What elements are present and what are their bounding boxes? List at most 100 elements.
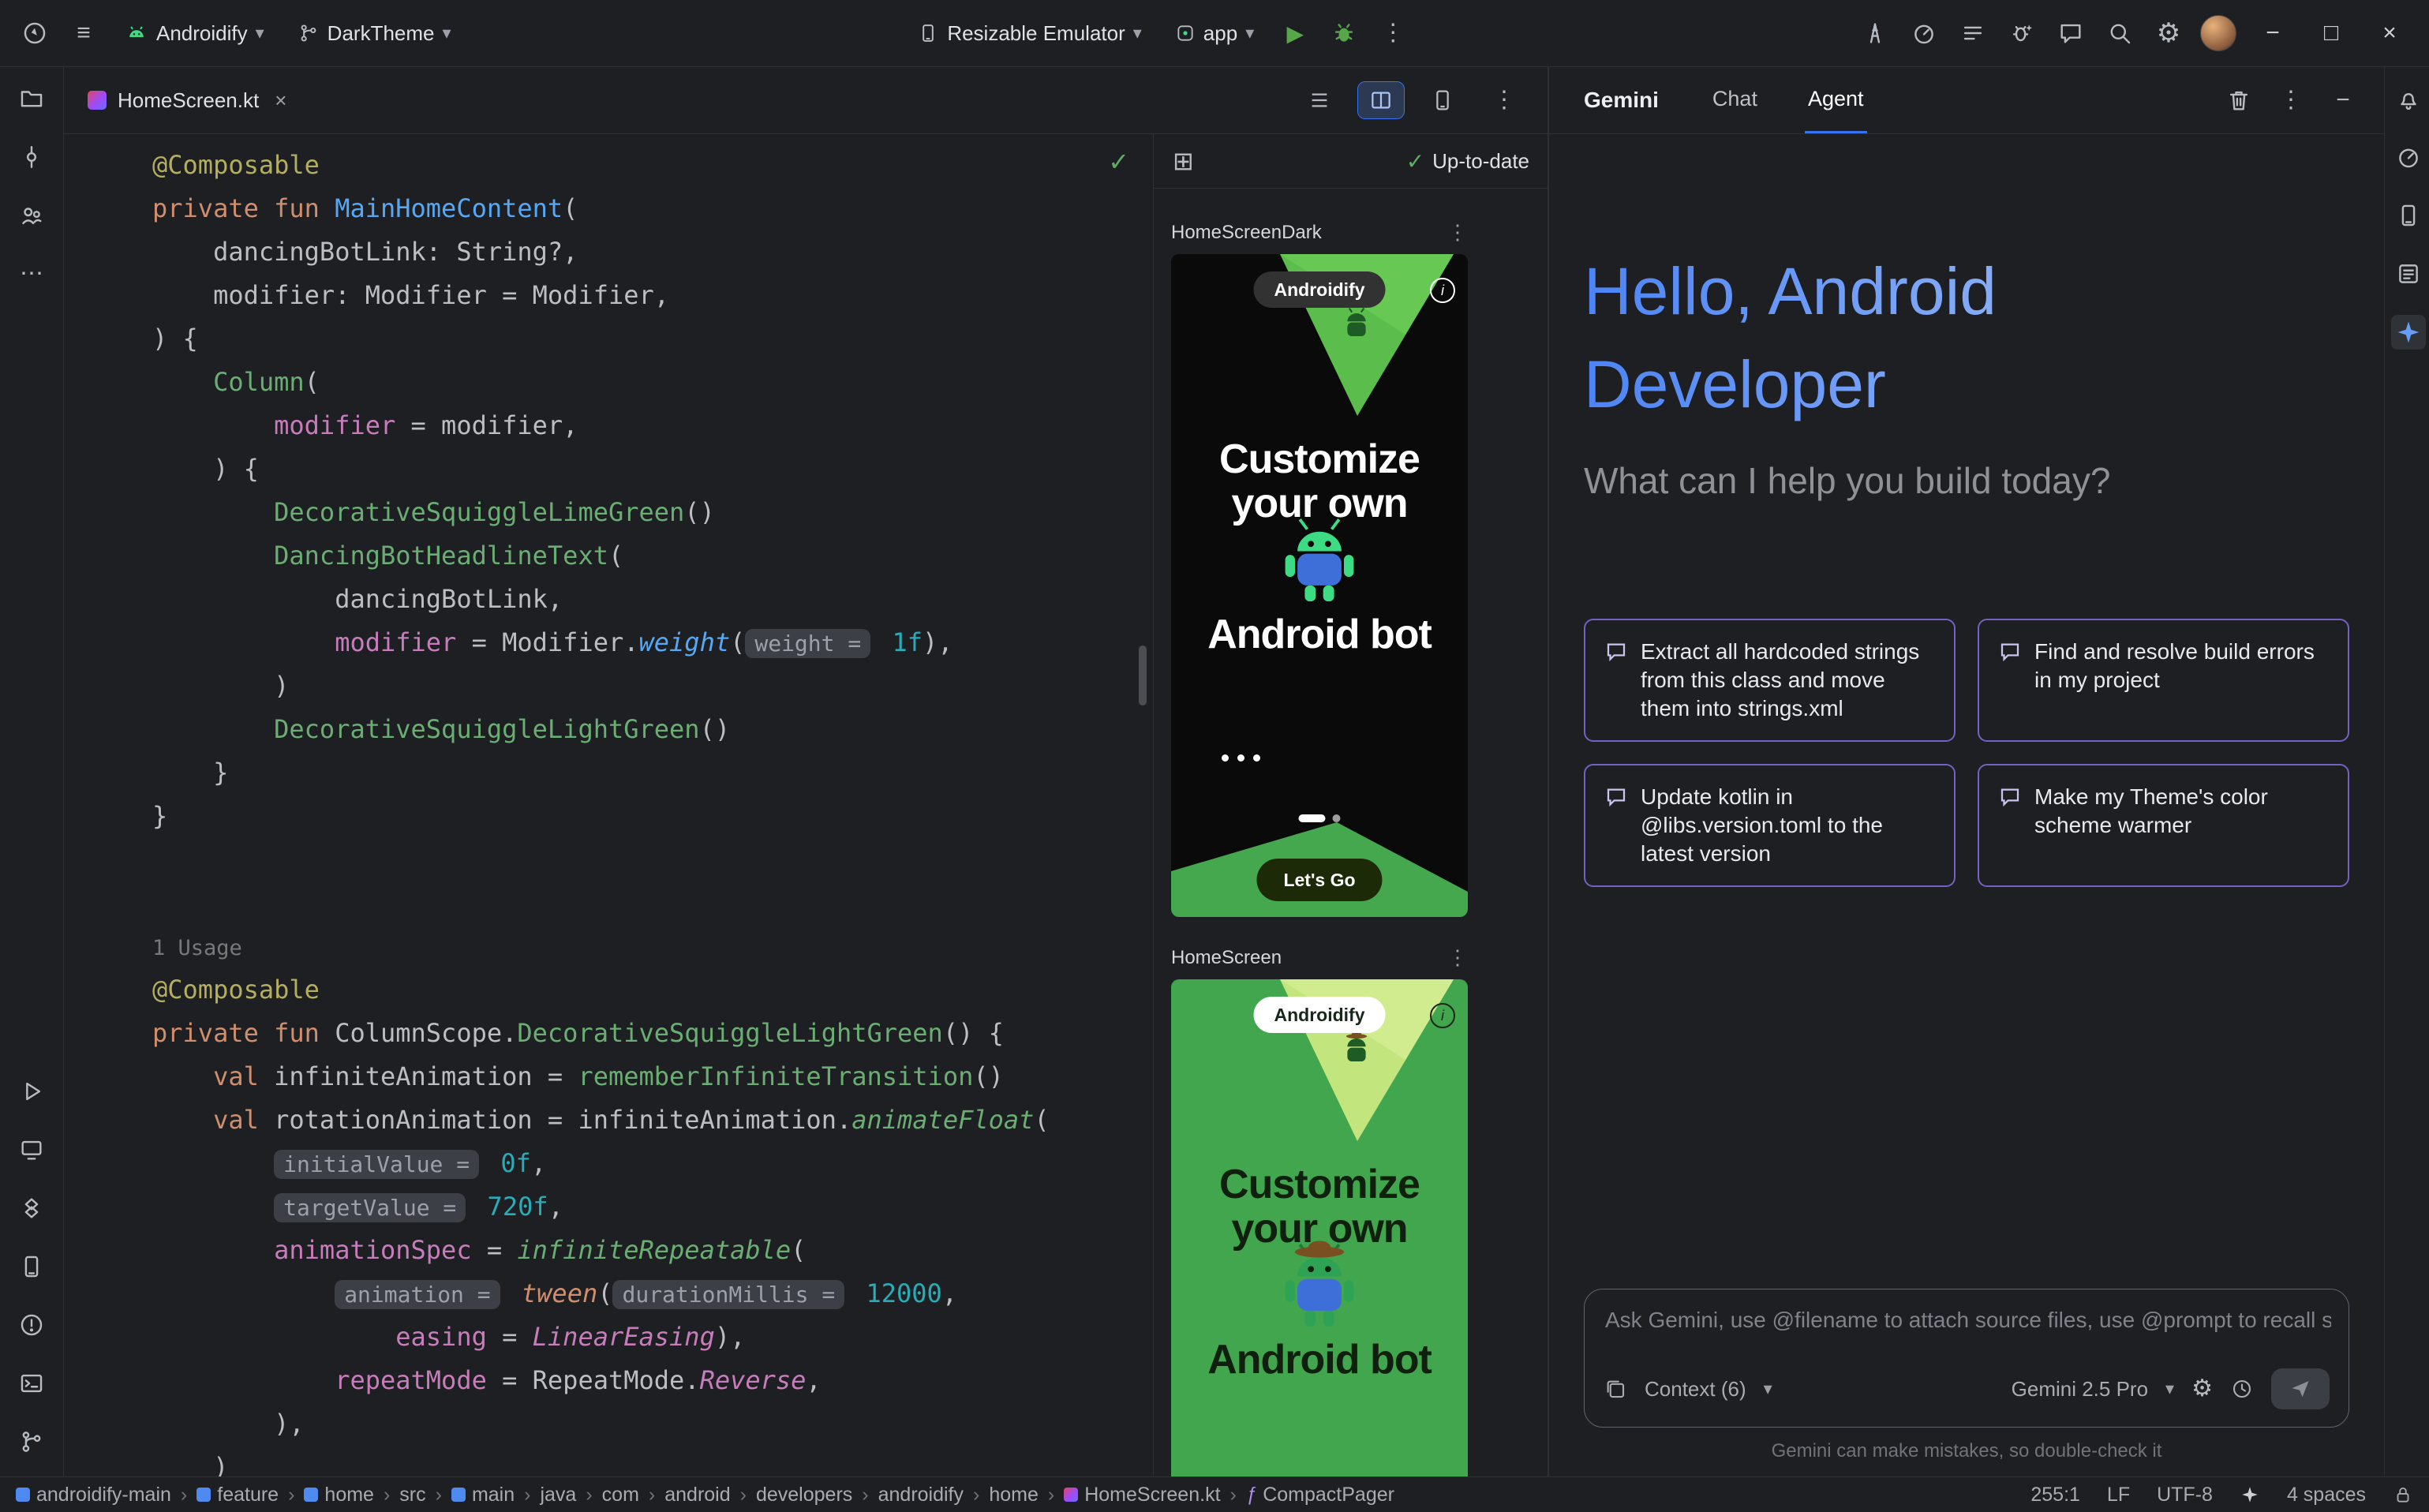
whats-new-icon[interactable] — [2391, 256, 2426, 291]
gemini-options-icon[interactable]: ⋮ — [2274, 83, 2308, 118]
code-view-icon[interactable] — [1297, 82, 1342, 118]
code-line[interactable]: ) { — [152, 317, 1153, 361]
code-line[interactable]: ), — [152, 1402, 1153, 1446]
code-line[interactable]: repeatMode = RepeatMode.Reverse, — [152, 1359, 1153, 1402]
breadcrumb-item[interactable]: androidify — [878, 1484, 964, 1506]
version-control-icon[interactable] — [14, 1424, 49, 1459]
model-selector[interactable]: Gemini 2.5 Pro — [2012, 1377, 2148, 1402]
logcat-icon[interactable] — [1956, 16, 1990, 51]
code-line[interactable]: @Composable — [152, 968, 1153, 1012]
code-line[interactable]: modifier = Modifier.weight(weight = 1f), — [152, 621, 1153, 664]
commit-icon[interactable] — [14, 140, 49, 174]
code-line[interactable]: Column( — [152, 361, 1153, 404]
profiler-icon[interactable] — [1907, 16, 1941, 51]
code-line[interactable]: animation = tween(durationMillis = 12000… — [152, 1272, 1153, 1316]
search-icon[interactable] — [2102, 16, 2137, 51]
preview-options-icon[interactable]: ⋮ — [1447, 220, 1468, 245]
code-line[interactable]: ) — [152, 1446, 1153, 1476]
suggestion-card[interactable]: Make my Theme's color scheme warmer — [1978, 764, 2349, 887]
code-line[interactable]: val infiniteAnimation = rememberInfinite… — [152, 1055, 1153, 1098]
code-line[interactable] — [152, 881, 1153, 925]
gemini-prompt-input[interactable] — [1604, 1307, 2333, 1334]
run-button[interactable]: ▶ — [1278, 16, 1312, 51]
code-line[interactable]: private fun ColumnScope.DecorativeSquigg… — [152, 1012, 1153, 1055]
user-avatar[interactable] — [2200, 15, 2236, 51]
context-selector[interactable]: Context (6) — [1645, 1377, 1746, 1402]
inspections-ok-icon[interactable]: ✓ — [1108, 147, 1129, 177]
code-line[interactable]: @Composable — [152, 144, 1153, 187]
code-line[interactable]: targetValue = 720f, — [152, 1185, 1153, 1229]
breadcrumb-item[interactable]: android — [664, 1484, 730, 1506]
suggestion-card[interactable]: Update kotlin in @libs.version.toml to t… — [1584, 764, 1956, 887]
send-button[interactable] — [2271, 1368, 2330, 1409]
code-line[interactable] — [152, 838, 1153, 881]
preview-options-icon[interactable]: ⋮ — [1447, 945, 1468, 970]
preview-layout-grid-icon[interactable]: ⊞ — [1173, 148, 1194, 174]
code-line[interactable]: modifier = modifier, — [152, 404, 1153, 447]
design-view-icon[interactable] — [1420, 82, 1465, 118]
gemini-settings-icon[interactable]: ⚙ — [2191, 1377, 2213, 1401]
tab-close-icon[interactable]: × — [270, 87, 291, 114]
code-line[interactable]: dancingBotLink, — [152, 578, 1153, 621]
device-mirroring-icon[interactable] — [1858, 16, 1892, 51]
device-manager-icon[interactable] — [14, 1249, 49, 1284]
breadcrumb-item[interactable]: androidify-main — [16, 1484, 171, 1506]
hide-panel-icon[interactable]: − — [2326, 83, 2360, 118]
breadcrumb-item[interactable]: HomeScreen.kt — [1064, 1484, 1220, 1506]
tab-chat[interactable]: Chat — [1709, 67, 1761, 133]
code-line[interactable]: modifier: Modifier = Modifier, — [152, 274, 1153, 317]
split-view-icon[interactable] — [1358, 82, 1404, 118]
more-actions-icon[interactable]: ⋮ — [1375, 16, 1410, 51]
breadcrumb-item[interactable]: com — [602, 1484, 639, 1506]
feedback-icon[interactable] — [2053, 16, 2088, 51]
editor-scrollbar[interactable] — [1139, 646, 1147, 705]
code-line[interactable]: easing = LinearEasing), — [152, 1316, 1153, 1359]
run-configuration-selector[interactable]: app ▾ — [1166, 15, 1263, 52]
device-explorer-icon[interactable] — [2391, 198, 2426, 233]
code-line[interactable]: val rotationAnimation = infiniteAnimatio… — [152, 1098, 1153, 1142]
code-line[interactable]: DecorativeSquiggleLightGreen() — [152, 708, 1153, 751]
breadcrumb-item[interactable]: feature — [196, 1484, 279, 1506]
tab-agent[interactable]: Agent — [1805, 67, 1867, 133]
code-editor[interactable]: @Composableprivate fun MainHomeContent( … — [64, 134, 1153, 1476]
code-line[interactable]: } — [152, 751, 1153, 795]
vcs-branch-selector[interactable]: DarkTheme ▾ — [288, 15, 461, 52]
gemini-tool-icon[interactable] — [2391, 315, 2426, 350]
build-variants-icon[interactable] — [14, 1191, 49, 1226]
terminal-icon[interactable] — [14, 1366, 49, 1401]
lock-icon[interactable] — [2393, 1484, 2413, 1505]
code-line[interactable]: 1 Usage — [152, 925, 1153, 968]
window-maximize-button[interactable]: □ — [2309, 11, 2353, 55]
code-line[interactable]: DancingBotHeadlineText( — [152, 534, 1153, 578]
suggestion-card[interactable]: Extract all hardcoded strings from this … — [1584, 619, 1956, 742]
running-devices-icon[interactable] — [14, 1132, 49, 1167]
main-menu-icon[interactable]: ≡ — [66, 16, 101, 51]
code-line[interactable]: dancingBotLink: String?, — [152, 230, 1153, 274]
settings-gear-icon[interactable]: ⚙ — [2151, 16, 2186, 51]
code-line[interactable]: ) { — [152, 447, 1153, 491]
breadcrumb-item[interactable]: home — [989, 1484, 1039, 1506]
problems-icon[interactable] — [14, 1308, 49, 1342]
breadcrumb-item[interactable]: java — [540, 1484, 576, 1506]
code-line[interactable]: private fun MainHomeContent( — [152, 187, 1153, 230]
project-selector[interactable]: Androidify ▾ — [115, 15, 274, 52]
tab-homescreen-kt[interactable]: HomeScreen.kt × — [64, 67, 312, 133]
breadcrumb-item[interactable]: src — [399, 1484, 425, 1506]
breadcrumb-item[interactable]: home — [304, 1484, 374, 1506]
notifications-bell-icon[interactable] — [2391, 81, 2426, 116]
clear-chat-trash-icon[interactable] — [2221, 83, 2256, 118]
code-line[interactable]: } — [152, 795, 1153, 838]
ai-status-icon[interactable] — [2240, 1484, 2260, 1505]
preview-homescreen-light[interactable]: Androidify i Customize your own — [1171, 979, 1468, 1476]
window-minimize-button[interactable]: − — [2251, 11, 2295, 55]
info-icon[interactable]: i — [1430, 278, 1455, 303]
project-folder-icon[interactable] — [14, 81, 49, 116]
breadcrumb-item[interactable]: developers — [756, 1484, 852, 1506]
caret-position[interactable]: 255:1 — [2030, 1484, 2080, 1506]
profiler-tool-icon[interactable] — [2391, 140, 2426, 174]
info-icon[interactable]: i — [1430, 1003, 1455, 1028]
app-insights-icon[interactable] — [2004, 16, 2039, 51]
device-selector[interactable]: Resizable Emulator ▾ — [908, 15, 1151, 52]
breadcrumb-item[interactable]: main — [451, 1484, 515, 1506]
indent-setting[interactable]: 4 spaces — [2287, 1484, 2366, 1506]
